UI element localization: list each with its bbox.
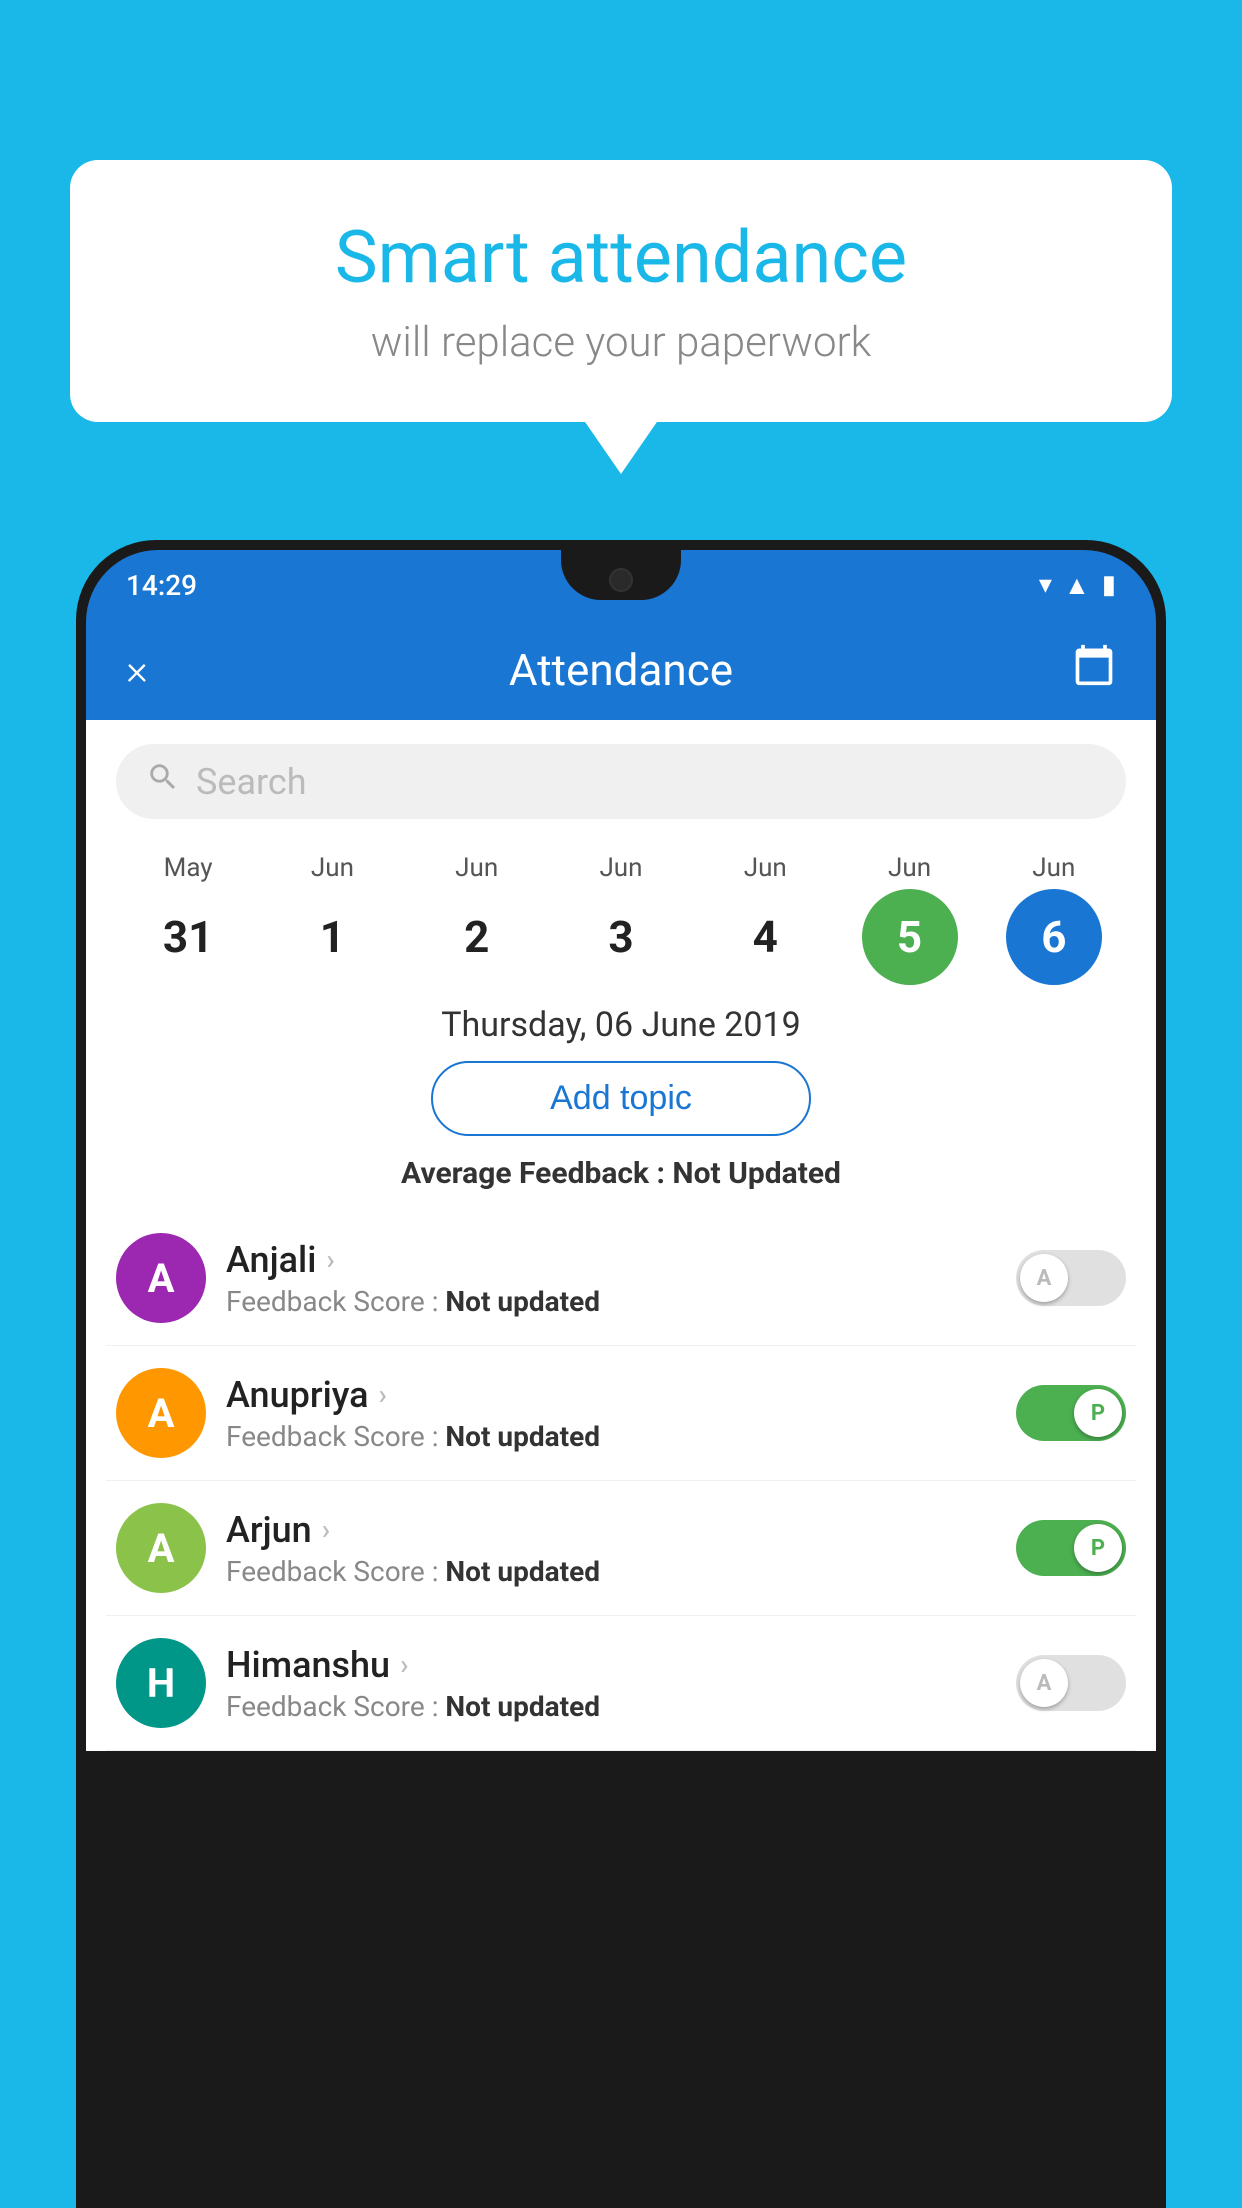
chevron-right-icon: › <box>400 1648 408 1681</box>
notch-camera <box>609 568 633 592</box>
notch <box>561 550 681 600</box>
attendance-toggle[interactable]: A <box>1016 1655 1126 1711</box>
toggle-knob: A <box>1020 1659 1068 1707</box>
student-name: Himanshu › <box>226 1644 996 1686</box>
status-time: 14:29 <box>126 569 197 602</box>
student-feedback: Feedback Score : Not updated <box>226 1555 996 1588</box>
month-label: Jun <box>1032 853 1075 883</box>
toggle-knob: A <box>1020 1254 1068 1302</box>
student-info: Anjali › Feedback Score : Not updated <box>226 1239 996 1318</box>
student-info: Anupriya › Feedback Score : Not updated <box>226 1374 996 1453</box>
toggle-container[interactable]: P <box>1016 1520 1126 1576</box>
date-col-2[interactable]: Jun 2 <box>417 853 537 985</box>
bubble-subtitle: will replace your paperwork <box>130 318 1112 367</box>
month-label: Jun <box>311 853 354 883</box>
toggle-container[interactable]: A <box>1016 1250 1126 1306</box>
calendar-button[interactable] <box>1056 643 1116 697</box>
chevron-right-icon: › <box>322 1513 330 1546</box>
month-label: May <box>164 853 213 883</box>
phone-frame: 14:29 ▾ ▲ ▮ × Attendance <box>76 540 1166 2208</box>
month-label: Jun <box>599 853 642 883</box>
month-label: Jun <box>888 853 931 883</box>
app-body: Search May 31 Jun 1 Jun 2 Jun 3 Jun 4 Jun 5 Jun 6 Thu… <box>86 720 1156 1751</box>
month-label: Jun <box>455 853 498 883</box>
student-info: Himanshu › Feedback Score : Not updated <box>226 1644 996 1723</box>
bubble-title: Smart attendance <box>130 215 1112 300</box>
toggle-knob: P <box>1074 1524 1122 1572</box>
search-bar[interactable]: Search <box>116 744 1126 819</box>
student-avatar: A <box>116 1233 206 1323</box>
day-number[interactable]: 6 <box>1006 889 1102 985</box>
toggle-knob: P <box>1074 1389 1122 1437</box>
day-number[interactable]: 3 <box>573 889 669 985</box>
date-col-6[interactable]: Jun 6 <box>994 853 1114 985</box>
attendance-toggle[interactable]: P <box>1016 1385 1126 1441</box>
status-bar: 14:29 ▾ ▲ ▮ <box>86 550 1156 620</box>
student-feedback: Feedback Score : Not updated <box>226 1690 996 1723</box>
date-col-1[interactable]: Jun 1 <box>272 853 392 985</box>
student-avatar: H <box>116 1638 206 1728</box>
avg-feedback-label: Average Feedback : <box>401 1156 672 1191</box>
student-name: Arjun › <box>226 1509 996 1551</box>
chevron-right-icon: › <box>379 1378 387 1411</box>
close-button[interactable]: × <box>126 646 186 695</box>
month-label: Jun <box>744 853 787 883</box>
toggle-container[interactable]: P <box>1016 1385 1126 1441</box>
student-info: Arjun › Feedback Score : Not updated <box>226 1509 996 1588</box>
toggle-container[interactable]: A <box>1016 1655 1126 1711</box>
speech-bubble-container: Smart attendance will replace your paper… <box>70 160 1172 422</box>
date-col-0[interactable]: May 31 <box>128 853 248 985</box>
status-icons: ▾ ▲ ▮ <box>1039 570 1116 601</box>
date-col-5[interactable]: Jun 5 <box>850 853 970 985</box>
selected-date: Thursday, 06 June 2019 <box>86 985 1156 1061</box>
wifi-icon: ▾ <box>1039 570 1052 600</box>
search-placeholder: Search <box>196 761 307 803</box>
add-topic-button[interactable]: Add topic <box>431 1061 811 1136</box>
chevron-right-icon: › <box>326 1243 334 1276</box>
student-item[interactable]: A Anjali › Feedback Score : Not updated A <box>106 1211 1136 1346</box>
student-item[interactable]: H Himanshu › Feedback Score : Not updated A <box>106 1616 1136 1751</box>
app-title: Attendance <box>186 644 1056 696</box>
battery-icon: ▮ <box>1102 570 1116 600</box>
date-col-3[interactable]: Jun 3 <box>561 853 681 985</box>
student-name: Anupriya › <box>226 1374 996 1416</box>
date-col-4[interactable]: Jun 4 <box>705 853 825 985</box>
attendance-toggle[interactable]: A <box>1016 1250 1126 1306</box>
dates-months: May 31 Jun 1 Jun 2 Jun 3 Jun 4 Jun 5 Jun 6 <box>106 853 1136 985</box>
student-feedback: Feedback Score : Not updated <box>226 1420 996 1453</box>
day-number[interactable]: 4 <box>717 889 813 985</box>
calendar-row: May 31 Jun 1 Jun 2 Jun 3 Jun 4 Jun 5 Jun 6 <box>86 843 1156 985</box>
search-icon <box>146 760 180 803</box>
student-name: Anjali › <box>226 1239 996 1281</box>
day-number[interactable]: 2 <box>429 889 525 985</box>
day-number[interactable]: 1 <box>284 889 380 985</box>
day-number[interactable]: 5 <box>862 889 958 985</box>
signal-icon: ▲ <box>1064 570 1090 601</box>
student-list: AAnjali ›Feedback Score : Not updatedAAA… <box>86 1211 1156 1751</box>
student-avatar: A <box>116 1368 206 1458</box>
student-item[interactable]: A Anupriya › Feedback Score : Not updated P <box>106 1346 1136 1481</box>
phone-inner: 14:29 ▾ ▲ ▮ × Attendance <box>86 550 1156 2198</box>
day-number[interactable]: 31 <box>140 889 236 985</box>
student-feedback: Feedback Score : Not updated <box>226 1285 996 1318</box>
student-avatar: A <box>116 1503 206 1593</box>
attendance-toggle[interactable]: P <box>1016 1520 1126 1576</box>
student-item[interactable]: A Arjun › Feedback Score : Not updated P <box>106 1481 1136 1616</box>
speech-bubble: Smart attendance will replace your paper… <box>70 160 1172 422</box>
avg-feedback-value: Not Updated <box>672 1156 841 1191</box>
average-feedback: Average Feedback : Not Updated <box>86 1156 1156 1191</box>
app-header: × Attendance <box>86 620 1156 720</box>
